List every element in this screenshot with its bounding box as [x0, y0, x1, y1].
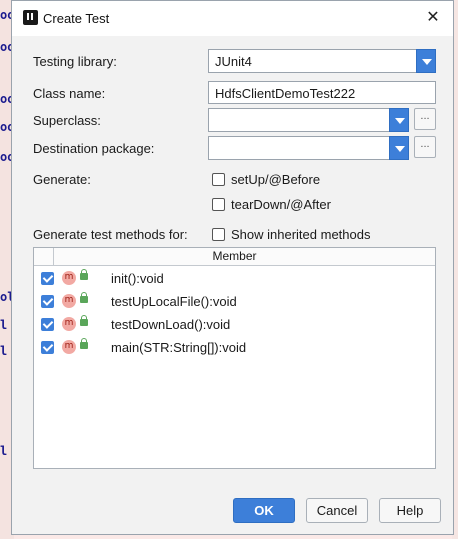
teardown-checkbox[interactable]: [212, 198, 225, 211]
members-table: Member m init():void m testUpLocalFile()…: [33, 247, 436, 469]
setup-label: setUp/@Before: [231, 172, 321, 187]
member-name: init():void: [111, 271, 164, 286]
lock-icon: [80, 315, 88, 326]
member-name: testDownLoad():void: [111, 317, 231, 332]
setup-option[interactable]: setUp/@Before: [212, 172, 320, 187]
member-checkbox[interactable]: [41, 318, 54, 331]
testing-library-label: Testing library:: [33, 54, 117, 69]
class-name-value: HdfsClientDemoTest222: [215, 86, 356, 101]
dialog-title: Create Test: [43, 11, 110, 26]
background-code-fragment: l: [0, 444, 8, 458]
superclass-combo[interactable]: [208, 108, 409, 132]
member-checkbox[interactable]: [41, 295, 54, 308]
lock-icon: [80, 338, 88, 349]
background-code-fragment: l: [0, 344, 8, 358]
dialog-titlebar: Create Test ✕: [12, 1, 453, 36]
intellij-app-icon: [23, 10, 38, 25]
method-icon: m: [62, 340, 76, 354]
member-name: main(STR:String[]):void: [111, 340, 247, 355]
table-row[interactable]: m main(STR:String[]):void: [34, 337, 435, 360]
superclass-label: Superclass:: [33, 113, 101, 128]
member-checkbox[interactable]: [41, 272, 54, 285]
show-inherited-label: Show inherited methods: [231, 227, 371, 242]
member-column-header[interactable]: Member: [34, 249, 435, 263]
background-code-fragment: l: [0, 318, 8, 332]
show-inherited-option[interactable]: Show inherited methods: [212, 227, 370, 242]
setup-checkbox[interactable]: [212, 173, 225, 186]
superclass-browse-button[interactable]: ...: [414, 108, 436, 130]
ok-button[interactable]: OK: [233, 498, 295, 523]
method-icon: m: [62, 271, 76, 285]
destination-package-combo[interactable]: [208, 136, 409, 160]
chevron-down-icon[interactable]: [389, 136, 409, 160]
testing-library-select[interactable]: JUnit4: [208, 49, 436, 73]
chevron-down-icon[interactable]: [416, 49, 436, 73]
generate-methods-label: Generate test methods for:: [33, 227, 188, 242]
destination-package-label: Destination package:: [33, 141, 155, 156]
show-inherited-checkbox[interactable]: [212, 228, 225, 241]
table-row[interactable]: m testDownLoad():void: [34, 314, 435, 337]
class-name-field[interactable]: HdfsClientDemoTest222: [208, 81, 436, 104]
teardown-option[interactable]: tearDown/@After: [212, 197, 331, 212]
generate-label: Generate:: [33, 172, 91, 187]
chevron-down-icon[interactable]: [389, 108, 409, 132]
table-row[interactable]: m init():void: [34, 268, 435, 291]
table-row[interactable]: m testUpLocalFile():void: [34, 291, 435, 314]
class-name-label: Class name:: [33, 86, 106, 101]
lock-icon: [80, 269, 88, 280]
lock-icon: [80, 292, 88, 303]
members-table-header: Member: [34, 248, 435, 266]
teardown-label: tearDown/@After: [231, 197, 331, 212]
method-icon: m: [62, 317, 76, 331]
method-icon: m: [62, 294, 76, 308]
cancel-button[interactable]: Cancel: [306, 498, 368, 523]
create-test-dialog: Create Test ✕ Testing library: JUnit4 Cl…: [11, 0, 454, 535]
member-checkbox[interactable]: [41, 341, 54, 354]
help-button[interactable]: Help: [379, 498, 441, 523]
member-name: testUpLocalFile():void: [111, 294, 237, 309]
destination-package-browse-button[interactable]: ...: [414, 136, 436, 158]
testing-library-value: JUnit4: [215, 54, 252, 69]
close-icon[interactable]: ✕: [421, 6, 445, 30]
